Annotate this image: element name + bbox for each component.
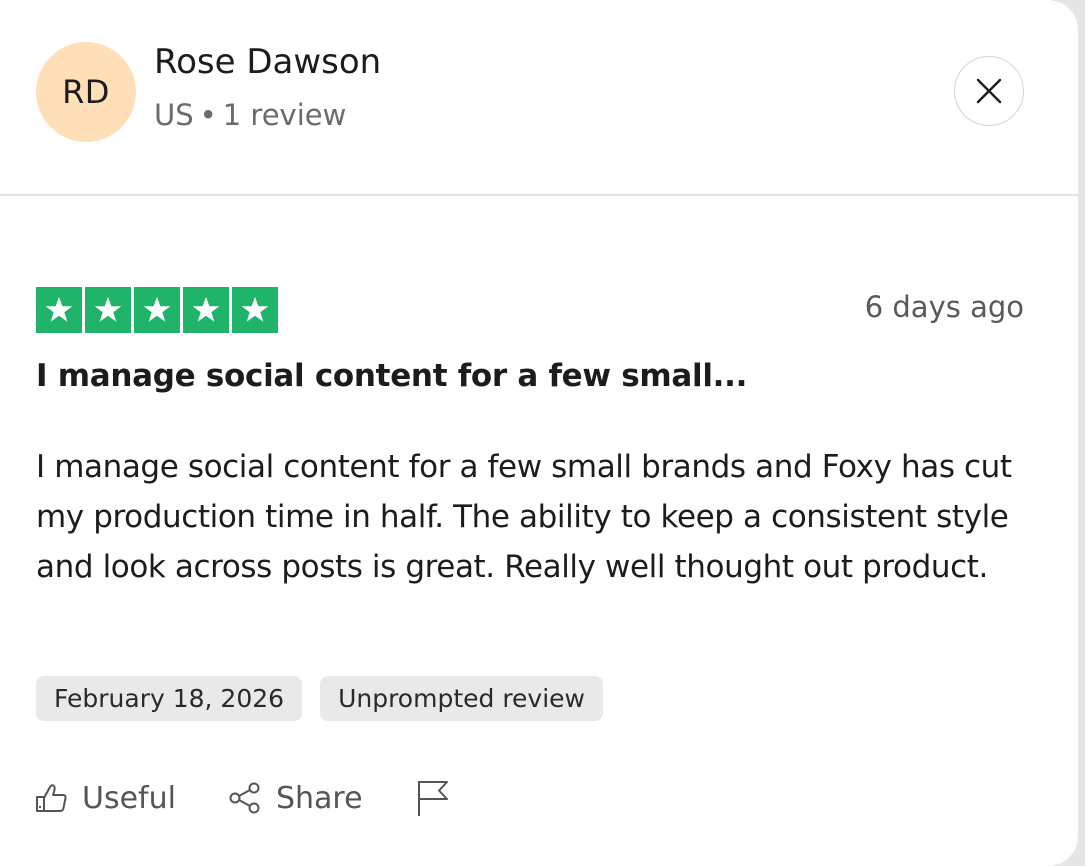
unprompted-review-tag[interactable]: Unprompted review (320, 676, 603, 721)
flag-icon (415, 778, 451, 818)
review-actions: Useful Share (34, 774, 451, 822)
star-icon (232, 287, 278, 333)
close-button[interactable] (954, 56, 1024, 126)
close-icon (976, 78, 1002, 104)
star-icon (36, 287, 82, 333)
reviewer-meta: US • 1 review (154, 98, 346, 132)
review-relative-date: 6 days ago (864, 290, 1024, 324)
reviewer-name[interactable]: Rose Dawson (154, 42, 381, 82)
share-button[interactable]: Share (228, 781, 363, 816)
useful-label: Useful (82, 780, 176, 816)
reviewer-header: RD Rose Dawson US • 1 review (0, 0, 1078, 196)
report-button[interactable] (415, 778, 451, 818)
review-date-tag: February 18, 2026 (36, 676, 303, 721)
meta-separator: • (199, 98, 217, 132)
star-rating (36, 287, 278, 333)
avatar-initials: RD (62, 73, 110, 111)
useful-button[interactable]: Useful (34, 781, 176, 816)
avatar: RD (36, 42, 136, 142)
review-count: 1 review (222, 98, 347, 132)
reviewer-country: US (154, 98, 194, 132)
review-title: I manage social content for a few small.… (36, 358, 748, 394)
review-body: I manage social content for a few small … (36, 449, 1012, 585)
share-icon (228, 781, 262, 815)
star-icon (183, 287, 229, 333)
review-modal: RD Rose Dawson US • 1 review 6 days ago I … (0, 0, 1078, 866)
review-tags: February 18, 2026 Unprompted review (36, 676, 603, 721)
star-icon (134, 287, 180, 333)
star-icon (85, 287, 131, 333)
thumbs-up-icon (34, 781, 68, 815)
share-label: Share (275, 780, 363, 816)
